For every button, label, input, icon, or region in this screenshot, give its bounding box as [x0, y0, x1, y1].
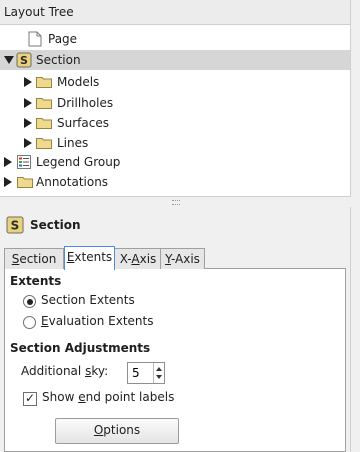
tab-bar: Section Extents X-Axis Y-Axis — [4, 246, 346, 270]
grip-icon — [172, 200, 180, 205]
expand-arrow-icon[interactable] — [4, 177, 12, 187]
expand-arrow-icon[interactable] — [4, 157, 12, 167]
checkmark-icon: ✓ — [24, 391, 36, 405]
properties-panel: S Section Section Extents X-Axis Y-Axis … — [0, 207, 351, 452]
folder-icon — [36, 138, 52, 149]
label-text: nd point labels — [85, 390, 175, 404]
evaluation-extents-radio[interactable] — [23, 316, 36, 329]
additional-sky-spinbox[interactable] — [127, 362, 165, 384]
tree-item-legend-group[interactable]: Legend Group — [0, 152, 350, 172]
extents-tab-panel: Extents Section Extents Evaluation Exten… — [4, 269, 346, 452]
label-mnemonic: e — [78, 390, 86, 404]
expand-arrow-icon[interactable] — [24, 98, 32, 108]
folder-icon — [36, 77, 52, 88]
tree-item-label: Annotations — [36, 175, 109, 189]
legend-icon — [17, 155, 31, 169]
tree-item-label: Drillholes — [57, 96, 114, 110]
label-text: Additional — [21, 364, 86, 378]
page-icon — [28, 31, 42, 47]
tree-item-lines[interactable]: Lines — [0, 133, 350, 153]
tree-item-label: Surfaces — [57, 116, 109, 130]
radio-selected-dot — [26, 298, 33, 305]
expand-arrow-icon[interactable] — [24, 118, 32, 128]
tree-item-label: Page — [48, 32, 78, 46]
tree-item-label: Section — [36, 53, 81, 67]
folder-icon — [36, 118, 52, 129]
properties-title: Section — [30, 218, 81, 232]
layout-tree-panel: Layout Tree Page S Section Models Drillh… — [0, 0, 351, 197]
tab-label: X- — [119, 252, 132, 266]
button-label: ptions — [103, 423, 141, 437]
tree-item-drillholes[interactable]: Drillholes — [0, 93, 350, 113]
tree-item-annotations[interactable]: Annotations — [0, 172, 350, 192]
spin-up-icon[interactable] — [156, 367, 162, 371]
tab-label: xtents — [74, 250, 113, 264]
tab-section[interactable]: Section — [4, 248, 64, 269]
tab-extents[interactable]: Extents — [64, 246, 115, 270]
tab-label: xis — [139, 252, 157, 266]
show-end-point-labels-checkbox[interactable]: ✓ — [23, 391, 37, 406]
tree-item-surfaces[interactable]: Surfaces — [0, 113, 350, 133]
expand-arrow-icon[interactable] — [24, 77, 32, 87]
tab-mnemonic: A — [131, 252, 140, 266]
collapse-arrow-icon[interactable] — [4, 56, 14, 64]
svg-text:S: S — [11, 219, 20, 233]
radio-mnemonic: E — [41, 314, 49, 328]
section-icon: S — [16, 52, 32, 68]
evaluation-extents-label[interactable]: Evaluation Extents — [41, 314, 153, 328]
spin-down-icon[interactable] — [156, 375, 162, 379]
radio-label-text: valuation Extents — [48, 314, 154, 328]
label-text: ky: — [91, 364, 109, 378]
tab-x-axis[interactable]: X-Axis — [114, 248, 162, 269]
section-extents-radio[interactable] — [23, 295, 36, 308]
tree-item-label: Legend Group — [36, 155, 121, 169]
section-extents-label[interactable]: Section Extents — [41, 293, 135, 307]
section-icon: S — [6, 216, 24, 234]
additional-sky-input[interactable] — [132, 365, 152, 381]
folder-icon — [17, 177, 33, 188]
section-adjustments-heading: Section Adjustments — [10, 341, 151, 355]
tree-item-page[interactable]: Page — [0, 29, 350, 49]
tree-item-section[interactable]: S Section — [0, 50, 350, 70]
tree-item-label: Lines — [57, 136, 89, 150]
folder-icon — [36, 98, 52, 109]
button-mnemonic: O — [93, 423, 104, 437]
spinner-buttons[interactable] — [153, 363, 164, 383]
layout-tree-header: Layout Tree — [0, 0, 350, 25]
additional-sky-label: Additional sky: — [21, 364, 108, 378]
tree-item-models[interactable]: Models — [0, 72, 350, 92]
tab-label: ection — [19, 252, 57, 266]
extents-heading: Extents — [10, 274, 62, 288]
expand-arrow-icon[interactable] — [24, 138, 32, 148]
label-text: Show — [42, 390, 79, 404]
show-end-point-labels-label[interactable]: Show end point labels — [42, 390, 174, 404]
options-button[interactable]: Options — [55, 418, 179, 444]
tree-item-label: Models — [57, 75, 100, 89]
tab-label: -Axis — [170, 252, 200, 266]
tab-y-axis[interactable]: Y-Axis — [160, 248, 205, 269]
panel-splitter[interactable] — [0, 197, 350, 207]
svg-text:S: S — [20, 54, 28, 67]
layout-tree-title: Layout Tree — [4, 5, 74, 19]
